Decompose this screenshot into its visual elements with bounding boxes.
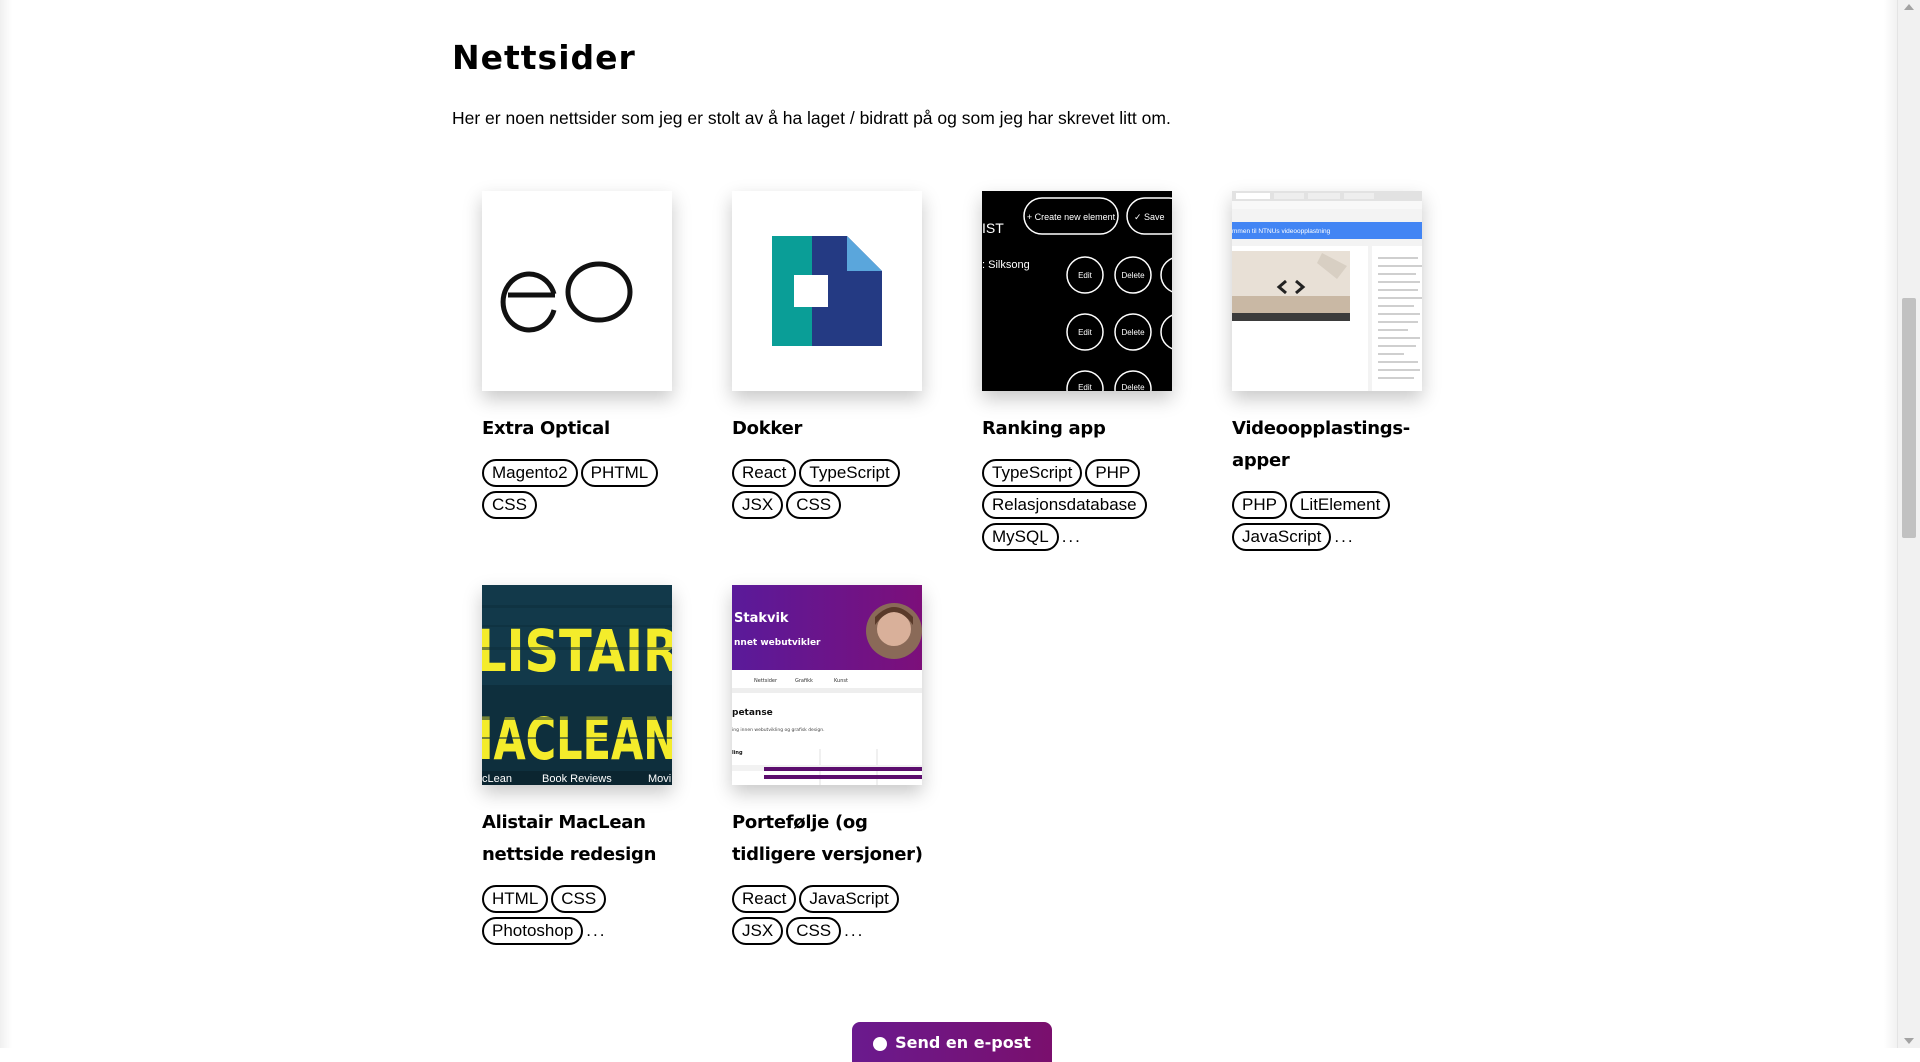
dokker-logo-icon	[772, 236, 882, 346]
tag: Photoshop	[482, 917, 584, 945]
project-card-alistair-maclean[interactable]: LISTAIR IACLEAN cLean Book Reviews Movi …	[452, 585, 672, 947]
project-card-portfolio[interactable]: Stakvik nnet webutvikler Nettsider Grafi…	[702, 585, 923, 947]
tag: JSX	[732, 490, 784, 519]
svg-text:Kunst: Kunst	[834, 678, 848, 684]
portfolio-site-screenshot: Stakvik nnet webutvikler Nettsider Grafi…	[732, 585, 922, 785]
svg-text:✓ Save: ✓ Save	[1134, 212, 1165, 222]
contact-button[interactable]: Send en e-post	[852, 1022, 1052, 1062]
page-right-shadow	[1884, 0, 1898, 1048]
project-card-ranking-app[interactable]: + Create new element ✓ Save IST : Silkso…	[952, 191, 1172, 553]
tag: Magento2	[482, 458, 578, 487]
svg-text:Edit: Edit	[1078, 383, 1093, 391]
svg-text:IST: IST	[982, 220, 1004, 236]
tag: CSS	[786, 917, 842, 945]
tag: JavaScript	[799, 884, 899, 913]
svg-text:+ Create new element: + Create new element	[1027, 212, 1116, 222]
tag: TypeScript	[982, 458, 1083, 487]
project-image-extra-optical[interactable]	[482, 191, 672, 391]
tag: CSS	[482, 490, 537, 519]
project-image-dokker[interactable]	[732, 191, 922, 391]
mail-icon	[873, 1036, 888, 1051]
tag: MySQL	[982, 523, 1059, 551]
project-card-extra-optical[interactable]: Extra Optical Magento2 PHTMLCSS	[452, 191, 672, 521]
svg-text:Delete: Delete	[1121, 271, 1145, 280]
tag: React	[732, 458, 797, 487]
tag-list: Magento2 PHTML CSS	[482, 457, 692, 521]
tag: PHP	[1085, 458, 1141, 487]
tag: Relasjonsdatabase	[982, 490, 1147, 519]
video-upload-screenshot: mmen til NTNUs videoopplastning	[1232, 191, 1422, 391]
project-title[interactable]: Dokker	[732, 413, 932, 445]
tag-list: PHP LitElement JavaScript...	[1232, 489, 1442, 553]
scroll-up-arrow-icon[interactable]	[1904, 4, 1914, 10]
section-title: Nettsider	[452, 38, 636, 77]
more-tags-ellipsis: ...	[586, 921, 607, 940]
tag: HTML	[482, 884, 549, 913]
more-tags-ellipsis: ...	[1061, 527, 1082, 546]
svg-text:: Silksong: : Silksong	[982, 259, 1030, 271]
page-left-shadow	[0, 0, 12, 1048]
project-image-video-upload[interactable]: mmen til NTNUs videoopplastning	[1232, 191, 1422, 391]
tag-list: HTML CSS Photoshop...	[482, 883, 692, 947]
svg-text:mmen til NTNUs videoopplastnin: mmen til NTNUs videoopplastning	[1232, 228, 1331, 235]
scrollbar-thumb[interactable]	[1902, 298, 1916, 538]
svg-text:ing innen webutvikling og graf: ing innen webutvikling og grafisk design…	[732, 727, 825, 733]
more-tags-ellipsis: ...	[1334, 527, 1355, 546]
tag: JSX	[732, 917, 784, 945]
svg-text:Delete: Delete	[1121, 328, 1145, 337]
svg-text:LISTAIR: LISTAIR	[482, 617, 672, 685]
project-image-alistair-maclean[interactable]: LISTAIR IACLEAN cLean Book Reviews Movi	[482, 585, 672, 785]
maclean-site-screenshot: LISTAIR IACLEAN cLean Book Reviews Movi	[482, 585, 672, 785]
scroll-down-arrow-icon[interactable]	[1904, 1038, 1914, 1044]
svg-text:Book Reviews: Book Reviews	[542, 773, 612, 785]
tag: TypeScript	[799, 458, 900, 487]
tag: PHTML	[580, 458, 659, 487]
section-intro: Her er noen nettsider som jeg er stolt a…	[452, 108, 1171, 128]
page-scrollbar[interactable]	[1897, 0, 1920, 1048]
project-image-ranking-app[interactable]: + Create new element ✓ Save IST : Silkso…	[982, 191, 1172, 391]
svg-text:Delete: Delete	[1121, 383, 1145, 391]
svg-text:Grafikk: Grafikk	[795, 678, 813, 684]
svg-text:nnet webutvikler: nnet webutvikler	[734, 638, 821, 648]
contact-button-label: Send en e-post	[895, 1033, 1031, 1052]
project-title[interactable]: Portefølje (og tidligere versjoner)	[732, 807, 932, 871]
project-title[interactable]: Extra Optical	[482, 413, 682, 445]
svg-text:ling: ling	[732, 750, 743, 756]
project-card-video-upload[interactable]: mmen til NTNUs videoopplastning Videoopp…	[1202, 191, 1422, 553]
svg-text:Edit: Edit	[1078, 328, 1093, 337]
project-title[interactable]: Alistair MacLean nettside redesign	[482, 807, 682, 871]
project-title[interactable]: Videoopplastings-apper	[1232, 413, 1432, 477]
ranking-app-screenshot: + Create new element ✓ Save IST : Silkso…	[982, 197, 1172, 391]
svg-text:cLean: cLean	[482, 773, 512, 785]
svg-text:Stakvik: Stakvik	[734, 611, 789, 626]
project-title[interactable]: Ranking app	[982, 413, 1182, 445]
tag: JavaScript	[1232, 523, 1332, 551]
tag-list: TypeScript PHP Relasjonsdatabase MySQL...	[982, 457, 1192, 553]
tag-list: React JavaScript JSX CSS...	[732, 883, 942, 947]
more-tags-ellipsis: ...	[844, 921, 865, 940]
svg-text:petanse: petanse	[732, 708, 773, 718]
tag: React	[732, 884, 797, 913]
project-card-dokker[interactable]: Dokker React TypeScriptJSX CSS	[702, 191, 922, 521]
eo-logo-icon	[500, 261, 633, 333]
svg-text:Movi: Movi	[648, 773, 671, 785]
svg-text:Nettsider: Nettsider	[754, 678, 778, 684]
tag-list: React TypeScript JSX CSS	[732, 457, 942, 521]
tag: PHP	[1232, 490, 1287, 519]
tag: CSS	[551, 884, 607, 913]
tag: CSS	[786, 490, 842, 519]
tag: LitElement	[1289, 490, 1391, 519]
svg-text:Edit: Edit	[1078, 271, 1093, 280]
project-image-portfolio[interactable]: Stakvik nnet webutvikler Nettsider Grafi…	[732, 585, 922, 785]
